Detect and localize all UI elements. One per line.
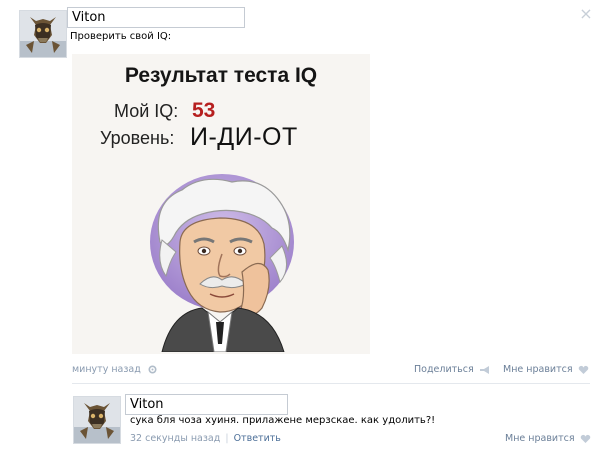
comment-author-avatar[interactable] — [73, 396, 121, 444]
comment-like-label: Мне нравится — [505, 433, 575, 444]
comment-meta-separator: | — [225, 433, 229, 444]
comment-meta: 32 секунды назад | Ответить — [130, 433, 281, 444]
heart-icon — [580, 434, 590, 443]
iq-label: Мой IQ: — [114, 101, 179, 121]
reply-button[interactable]: Ответить — [234, 433, 281, 444]
level-value: И-ДИ-ОТ — [190, 123, 298, 151]
avatar-image — [74, 397, 120, 443]
share-button[interactable]: Поделиться — [414, 364, 491, 375]
comment-time[interactable]: 32 секунды назад — [130, 433, 220, 444]
gear-icon[interactable] — [147, 364, 158, 375]
post-author-avatar[interactable] — [19, 10, 67, 58]
iq-value: 53 — [192, 99, 216, 122]
einstein-portrait-illustration — [150, 174, 294, 352]
post-time-text: минуту назад — [72, 364, 141, 375]
post-image[interactable]: Результат теста IQ Мой IQ: 53 Уровень: И… — [72, 54, 370, 354]
comment-author-name[interactable]: Viton — [125, 394, 288, 415]
comment-text: сука бля чоза хуиня. прилажене мерзскае.… — [130, 415, 436, 426]
avatar-image — [20, 11, 66, 57]
post-like-label: Мне нравится — [503, 364, 573, 375]
close-icon[interactable]: × — [578, 6, 594, 22]
image-title: Результат теста IQ — [124, 64, 318, 87]
megaphone-icon — [479, 365, 489, 374]
comments-divider — [72, 383, 590, 384]
comment-like-button[interactable]: Мне нравится — [505, 433, 591, 444]
post-like-button[interactable]: Мне нравится — [503, 364, 589, 375]
heart-icon — [578, 365, 588, 374]
share-label: Поделиться — [414, 364, 474, 375]
post-text: Проверить свой IQ: — [70, 31, 172, 42]
level-label: Уровень: — [100, 128, 175, 148]
post-author-name[interactable]: Viton — [67, 7, 245, 28]
post-timestamp[interactable]: минуту назад — [72, 364, 158, 375]
